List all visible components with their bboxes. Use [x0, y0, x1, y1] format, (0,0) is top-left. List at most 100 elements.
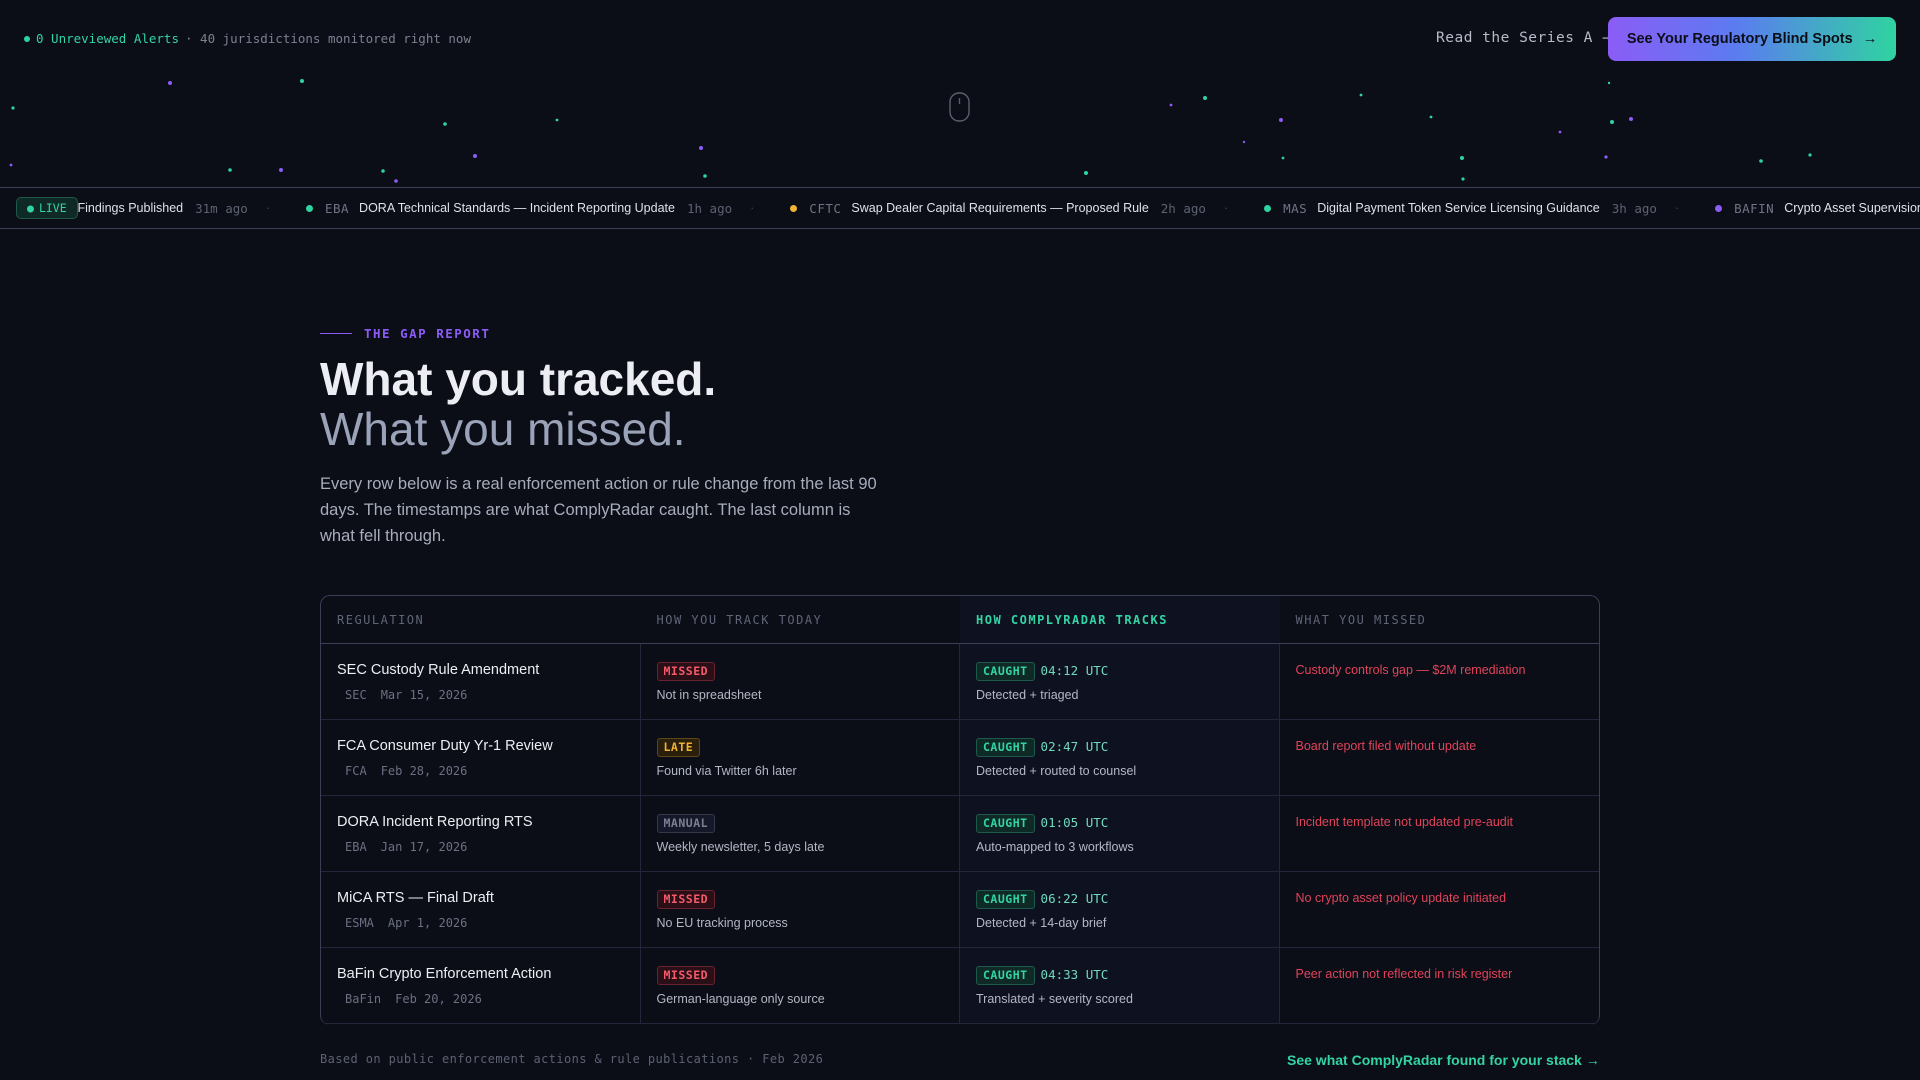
complyradar-note: Detected + 14-day brief	[976, 916, 1107, 930]
headline-primary: What you tracked.	[320, 353, 717, 405]
complyradar-note: Translated + severity scored	[976, 992, 1133, 1006]
track-today-note: Found via Twitter 6h later	[656, 764, 797, 778]
regulation-name: BaFin Crypto Enforcement Action	[337, 966, 552, 982]
table-row[interactable]: FCA Consumer Duty Yr-1 Review FCA Feb 28,…	[321, 720, 1599, 796]
agency: BaFin	[345, 992, 382, 1006]
ticker-separator: ·	[1674, 201, 1680, 215]
missed-cell: Incident template not updated pre-audit	[1280, 796, 1600, 871]
regulation-cell: DORA Incident Reporting RTS EBA Jan 17, 2…	[321, 796, 641, 871]
status-dot-icon	[1715, 204, 1723, 212]
complyradar-cell: CAUGHT 04:33 UTC Translated + severity sc…	[960, 948, 1280, 1023]
regulation-name: FCA Consumer Duty Yr-1 Review	[337, 738, 553, 754]
track-today-note: Not in spreadsheet	[656, 688, 762, 702]
ticker-time: 1h ago	[686, 200, 733, 216]
status-badge: MISSED	[656, 890, 716, 909]
ticker-time: 2h ago	[1160, 200, 1206, 216]
ticker-source: MAS	[1283, 200, 1308, 216]
live-label: LIVE	[38, 201, 67, 215]
status-badge: MISSED	[656, 966, 716, 985]
ticker-title: Digital Payment Token Service Licensing …	[1317, 201, 1600, 215]
caught-time: 01:05 UTC	[1040, 815, 1109, 830]
caught-badge: CAUGHT	[976, 966, 1035, 985]
complyradar-note: Auto-mapped to 3 workflows	[976, 840, 1134, 854]
caught-badge: CAUGHT	[976, 814, 1035, 833]
live-badge: ● LIVE	[16, 197, 78, 219]
ticker-item[interactable]: BAFIN Crypto Asset Supervision	[1715, 201, 1920, 216]
regulation-name: SEC Custody Rule Amendment	[337, 662, 540, 678]
status-badge: MISSED	[656, 662, 716, 681]
status-dot-icon	[305, 204, 313, 212]
regulation-cell: BaFin Crypto Enforcement Action BaFin Feb…	[321, 948, 641, 1023]
caught-time: 04:33 UTC	[1040, 967, 1109, 982]
ticker-title: Crypto Asset Supervision	[1784, 201, 1920, 215]
ticker-separator: ·	[265, 201, 270, 215]
complyradar-cell: CAUGHT 06:22 UTC Detected + 14-day brief	[960, 872, 1280, 947]
series-a-link[interactable]: Read the Series A →	[1436, 30, 1611, 46]
live-dot-icon	[24, 35, 30, 42]
blind-spots-button-label: See Your Regulatory Blind Spots	[1626, 31, 1853, 47]
header-complyradar: HOW COMPLYRADAR TRACKS	[960, 596, 1280, 643]
table-row[interactable]: BaFin Crypto Enforcement Action BaFin Feb…	[321, 948, 1599, 1024]
complyradar-cell: CAUGHT 04:12 UTC Detected + triaged	[960, 644, 1280, 719]
track-today-note: Weekly newsletter, 5 days late	[656, 840, 825, 854]
missed-cell: Peer action not reflected in risk regist…	[1280, 948, 1600, 1023]
date: Feb 20, 2026	[395, 992, 482, 1006]
intro-paragraph: Every row below is a real enforcement ac…	[320, 475, 877, 545]
track-today-cell: MISSED No EU tracking process	[641, 872, 960, 947]
section-kicker: THE GAP REPORT	[320, 326, 1600, 341]
track-today-note: No EU tracking process	[656, 916, 788, 930]
missed-text: Custody controls gap — $2M remediation	[1295, 663, 1526, 677]
regulation-cell: MiCA RTS — Final Draft ESMA Apr 1, 2026	[321, 872, 641, 947]
agency: ESMA	[345, 916, 374, 930]
caught-time: 06:22 UTC	[1040, 891, 1109, 906]
status-dot-icon	[790, 204, 798, 212]
arrow-right-icon: →	[1862, 31, 1878, 47]
agency: SEC	[345, 688, 367, 702]
ticker-time: 31m ago	[195, 200, 248, 216]
see-findings-link[interactable]: See what ComplyRadar found for your stac…	[1287, 1052, 1600, 1068]
complyradar-note: Detected + triaged	[976, 688, 1079, 702]
track-today-note: German-language only source	[656, 992, 825, 1006]
ticker-item[interactable]: CFTC Swap Dealer Capital Requirements — …	[790, 201, 1228, 216]
regulation-meta: EBA Jan 17, 2026	[337, 840, 624, 854]
news-ticker: New Findings Published 31m ago · EBA DOR…	[0, 187, 1920, 229]
star-dots	[9, 79, 1812, 183]
ticker-title: Swap Dealer Capital Requirements — Propo…	[851, 201, 1149, 215]
gap-report-table: REGULATION HOW YOU TRACK TODAY HOW COMPL…	[320, 595, 1600, 1025]
gap-report-section: THE GAP REPORT What you tracked. What yo…	[320, 300, 1600, 549]
kicker-line	[320, 333, 352, 334]
header-track-today: HOW YOU TRACK TODAY	[656, 612, 823, 627]
date: Apr 1, 2026	[387, 916, 468, 930]
ticker-time: 3h ago	[1611, 200, 1657, 216]
date: Jan 17, 2026	[380, 840, 468, 854]
live-dot-icon: ●	[27, 201, 34, 215]
complyradar-note: Detected + routed to counsel	[976, 764, 1137, 778]
status-badge: LATE	[656, 738, 701, 757]
date: Feb 28, 2026	[380, 764, 468, 778]
date: Mar 15, 2026	[380, 688, 468, 702]
headline-secondary: What you missed.	[320, 403, 686, 455]
header-regulation: REGULATION	[337, 612, 425, 627]
caught-badge: CAUGHT	[976, 662, 1035, 681]
ticker-item[interactable]: MAS Digital Payment Token Service Licens…	[1264, 201, 1679, 216]
regulation-meta: FCA Feb 28, 2026	[337, 764, 624, 778]
ticker-track: New Findings Published 31m ago · EBA DOR…	[30, 188, 1920, 228]
table-row[interactable]: DORA Incident Reporting RTS EBA Jan 17, 2…	[321, 796, 1599, 872]
caught-badge: CAUGHT	[976, 738, 1035, 757]
caught-time: 04:12 UTC	[1040, 663, 1109, 678]
regulation-name: MiCA RTS — Final Draft	[337, 890, 494, 906]
caught-badge: CAUGHT	[976, 890, 1035, 909]
regulation-cell: FCA Consumer Duty Yr-1 Review FCA Feb 28,…	[321, 720, 641, 795]
table-row[interactable]: MiCA RTS — Final Draft ESMA Apr 1, 2026 M…	[321, 872, 1599, 948]
missed-text: No crypto asset policy update initiated	[1295, 891, 1507, 905]
status-badge: MANUAL	[656, 814, 716, 833]
ticker-separator: ·	[1223, 201, 1229, 215]
ticker-source: CFTC	[809, 200, 842, 216]
blind-spots-button[interactable]: See Your Regulatory Blind Spots →	[1608, 17, 1896, 61]
jurisdictions-text: · 40 jurisdictions monitored right now	[185, 31, 471, 46]
ticker-item[interactable]: EBA DORA Technical Standards — Incident …	[305, 200, 754, 216]
table-header: REGULATION HOW YOU TRACK TODAY HOW COMPL…	[321, 596, 1599, 644]
alerts-status[interactable]: 0 Unreviewed Alerts · 40 jurisdictions m…	[24, 31, 471, 46]
table-row[interactable]: SEC Custody Rule Amendment SEC Mar 15, 20…	[321, 644, 1599, 720]
ticker-source: BAFIN	[1734, 200, 1775, 216]
